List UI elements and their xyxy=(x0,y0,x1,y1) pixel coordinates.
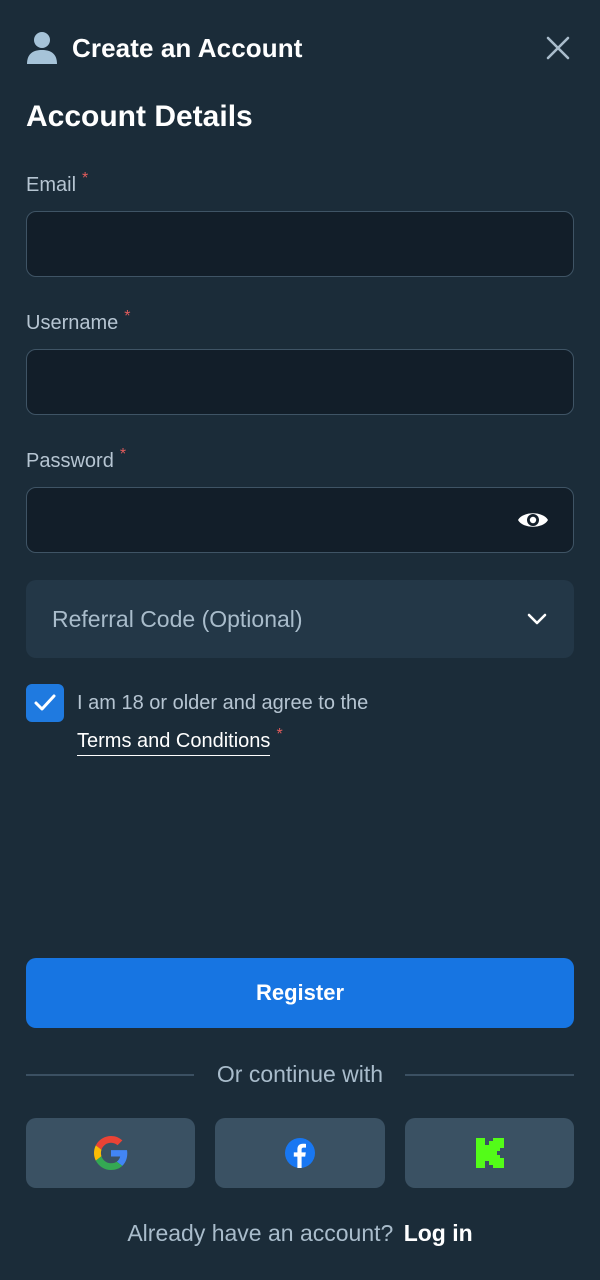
close-icon[interactable] xyxy=(544,34,572,62)
password-label: Password * xyxy=(26,446,126,473)
password-field[interactable] xyxy=(27,488,573,552)
username-label: Username * xyxy=(26,308,131,335)
login-link[interactable]: Log in xyxy=(404,1220,473,1246)
email-field-box xyxy=(26,211,574,277)
facebook-icon xyxy=(285,1138,315,1168)
terms-link[interactable]: Terms and Conditions xyxy=(77,730,271,756)
section-title: Account Details xyxy=(26,100,253,133)
required-marker: * xyxy=(82,170,89,187)
terms-row: Terms and Conditions * xyxy=(77,726,283,756)
required-marker: * xyxy=(124,308,131,325)
agreement-text: I am 18 or older and agree to the xyxy=(77,692,369,714)
register-button[interactable]: Register xyxy=(26,958,574,1028)
user-icon xyxy=(27,32,57,64)
email-label: Email * xyxy=(26,170,88,197)
page-title: Create an Account xyxy=(72,32,303,63)
referral-code-dropdown[interactable]: Referral Code (Optional) xyxy=(26,580,574,658)
google-login-button[interactable] xyxy=(26,1118,195,1188)
divider-line-right xyxy=(405,1074,574,1076)
email-field[interactable] xyxy=(27,212,573,276)
check-icon xyxy=(34,694,56,711)
chevron-down-icon xyxy=(527,613,547,625)
google-icon xyxy=(93,1136,127,1170)
email-label-text: Email xyxy=(26,174,77,196)
required-marker: * xyxy=(276,726,283,743)
terms-checkbox[interactable] xyxy=(26,684,64,722)
username-label-text: Username xyxy=(26,312,119,334)
facebook-login-button[interactable] xyxy=(215,1118,385,1188)
username-field-box xyxy=(26,349,574,415)
kick-icon xyxy=(475,1138,504,1168)
create-account-screen: Create an Account Account Details Email … xyxy=(0,0,600,1280)
login-prompt: Already have an account? Log in xyxy=(0,1220,600,1247)
password-label-text: Password xyxy=(26,450,114,472)
eye-icon[interactable] xyxy=(517,508,549,532)
password-field-box xyxy=(26,487,574,553)
login-prompt-text: Already have an account? xyxy=(127,1220,394,1246)
referral-code-label: Referral Code (Optional) xyxy=(52,605,303,632)
required-marker: * xyxy=(119,446,127,463)
username-field[interactable] xyxy=(27,350,573,414)
kick-login-button[interactable] xyxy=(405,1118,574,1188)
header: Create an Account xyxy=(26,28,574,68)
